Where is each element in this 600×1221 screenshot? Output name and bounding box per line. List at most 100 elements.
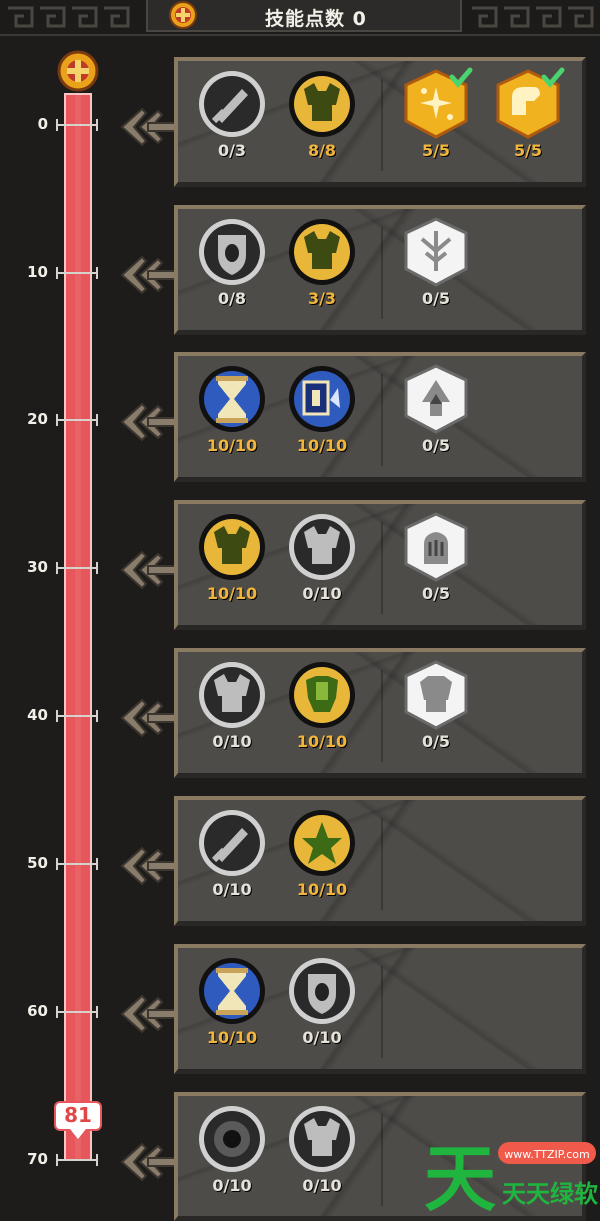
skill-level-count: 0/8 (217, 289, 247, 308)
skill-tier-panel: 0/8 3/3 0/5 (174, 205, 586, 335)
skill-slot[interactable]: 5/5 (488, 67, 568, 177)
white-hex-armor-icon (404, 660, 468, 730)
skill-slot[interactable]: 10/10 (192, 362, 272, 472)
skill-level-count: 3/3 (307, 289, 337, 308)
skill-level-count: 0/10 (302, 1028, 342, 1047)
skill-slot[interactable]: 0/10 (282, 510, 362, 620)
tier-arrow-icon (120, 255, 179, 295)
white-hex-arrow-icon (404, 364, 468, 434)
skill-slot[interactable]: 5/5 (396, 67, 476, 177)
gold-hex-sparkle-icon (404, 67, 473, 139)
skill-slot[interactable]: 10/10 (192, 954, 272, 1064)
skill-level-count: 0/10 (212, 732, 252, 751)
skill-tier-panel: 10/10 0/10 0/5 (174, 500, 586, 630)
armor-icon (199, 662, 265, 728)
level-tick-label: 70 (27, 1150, 48, 1168)
skill-slot[interactable]: 0/5 (396, 510, 476, 620)
tier-divider (381, 79, 383, 171)
tier-arrow-icon (120, 402, 179, 442)
armor-icon (289, 514, 355, 580)
skill-point-icon (169, 1, 197, 29)
armor-icon (199, 514, 265, 580)
skill-slot[interactable]: 0/10 (192, 658, 272, 768)
skill-level-count: 10/10 (296, 732, 348, 751)
tier-arrow-icon (120, 698, 179, 738)
skill-level-count: 0/5 (421, 732, 451, 751)
skill-slot[interactable]: 10/10 (282, 658, 362, 768)
skill-level-count: 10/10 (296, 880, 348, 899)
green-star-icon (289, 810, 355, 876)
skill-level-count: 0/10 (302, 584, 342, 603)
gold-hex-arm-icon (496, 67, 565, 139)
skill-tier-panel: 0/10 10/10 (174, 796, 586, 926)
skill-slot[interactable]: 0/10 (192, 1102, 272, 1212)
top-bar: 技能点数 0 (0, 0, 600, 36)
tier-divider (381, 374, 383, 466)
tier-divider (381, 522, 383, 614)
armor-icon (289, 1106, 355, 1172)
skill-slot[interactable]: 0/5 (396, 658, 476, 768)
shield-icon (199, 219, 265, 285)
dark-orb-icon (199, 1106, 265, 1172)
site-watermark: 天 www.TTZIP.com 天天绿软 (424, 1137, 598, 1211)
level-progress-track (64, 93, 92, 1161)
skill-level-count: 10/10 (296, 436, 348, 455)
armor-icon (289, 219, 355, 285)
shield-icon (289, 958, 355, 1024)
level-tick (56, 414, 98, 426)
white-hex-tree-icon (404, 217, 468, 287)
skill-level-count: 0/5 (421, 289, 451, 308)
sword-icon (199, 810, 265, 876)
watermark-brand: 天天绿软 (502, 1180, 598, 1208)
skill-slot[interactable]: 0/8 (192, 215, 272, 325)
skill-level-count: 0/5 (421, 584, 451, 603)
skill-points-label: 技能点数 0 (265, 8, 367, 30)
skill-slot[interactable]: 0/3 (192, 67, 272, 177)
blue-gem-icon (289, 366, 355, 432)
current-level-pointer (70, 1129, 86, 1139)
skill-level-count: 0/10 (302, 1176, 342, 1195)
skill-slot[interactable]: 0/10 (282, 1102, 362, 1212)
armor-icon (289, 71, 355, 137)
skill-level-count: 0/10 (212, 880, 252, 899)
skill-slot[interactable]: 3/3 (282, 215, 362, 325)
skill-level-count: 0/3 (217, 141, 247, 160)
skill-slot[interactable]: 0/5 (396, 215, 476, 325)
skill-level-count: 10/10 (206, 1028, 258, 1047)
skill-slot[interactable]: 10/10 (282, 362, 362, 472)
white-hex-hand-icon (404, 512, 468, 582)
level-tick (56, 710, 98, 722)
meander-ornament-right (472, 6, 594, 28)
skill-level-count: 0/5 (421, 436, 451, 455)
skill-level-count: 5/5 (421, 141, 451, 160)
skill-slot[interactable]: 0/10 (192, 806, 272, 916)
level-tick-label: 0 (37, 115, 48, 133)
level-tick (56, 858, 98, 870)
skill-tier-panel: 10/10 0/10 (174, 944, 586, 1074)
tier-divider (381, 227, 383, 319)
skill-slot[interactable]: 0/5 (396, 362, 476, 472)
level-tick-label: 30 (27, 558, 48, 576)
svg-text:天: 天 (424, 1137, 496, 1211)
skill-level-count: 10/10 (206, 436, 258, 455)
level-tick (56, 267, 98, 279)
skill-slot[interactable]: 10/10 (282, 806, 362, 916)
skill-slot[interactable]: 8/8 (282, 67, 362, 177)
hourglass-icon (199, 366, 265, 432)
skill-slot[interactable]: 10/10 (192, 510, 272, 620)
green-armor-icon (289, 662, 355, 728)
level-tick (56, 562, 98, 574)
tier-divider (381, 1114, 383, 1206)
level-tick-label: 50 (27, 854, 48, 872)
tier-arrow-icon (120, 550, 179, 590)
level-tick (56, 1154, 98, 1166)
current-level-marker: 81 (54, 1101, 102, 1131)
skill-slot[interactable]: 0/10 (282, 954, 362, 1064)
tier-arrow-icon (120, 846, 179, 886)
tier-arrow-icon (120, 994, 179, 1034)
watermark-url: www.TTZIP.com (504, 1148, 589, 1161)
skill-level-count: 8/8 (307, 141, 337, 160)
track-top-emblem-icon (57, 50, 99, 92)
level-tick (56, 1006, 98, 1018)
skill-level-count: 0/10 (212, 1176, 252, 1195)
